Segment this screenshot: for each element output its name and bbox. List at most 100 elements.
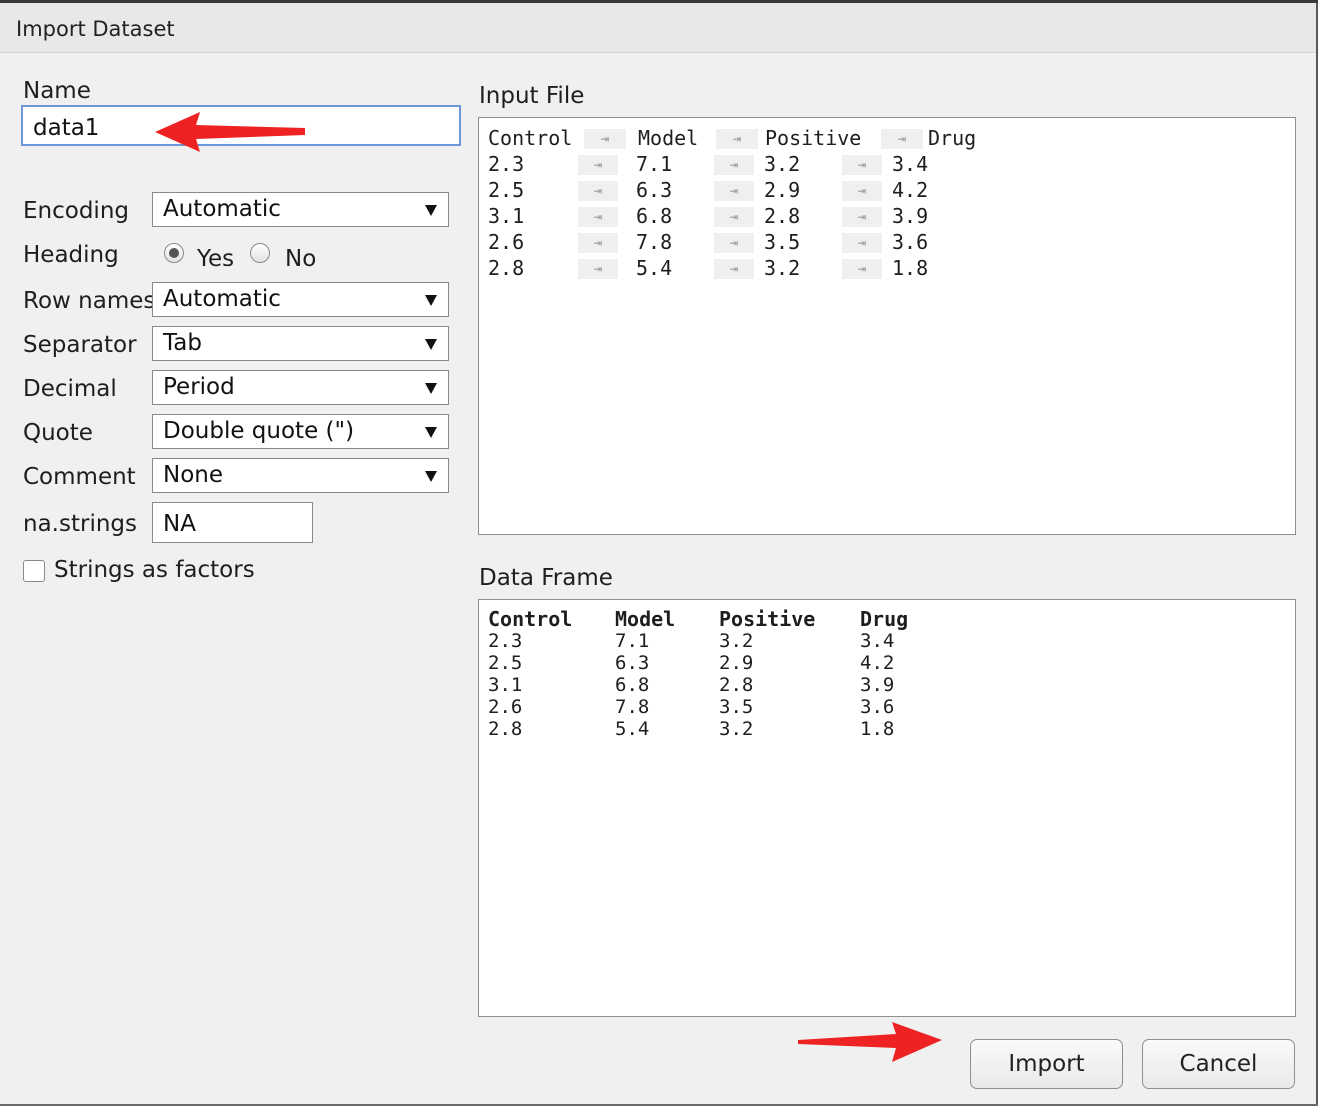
comment-label: Comment [23, 464, 136, 490]
tab-marker-icon: ⇥ [714, 181, 754, 201]
input-file-cell: 3.2 [764, 256, 801, 280]
decimal-select[interactable]: Period [152, 370, 449, 405]
input-file-row: 2.8 ⇥ 5.4 ⇥ 3.2 ⇥ 1.8 [488, 256, 1288, 282]
tab-marker-icon: ⇥ [842, 181, 882, 201]
input-file-cell: 2.8 [488, 256, 525, 280]
data-frame-cell: 2.5 [488, 652, 523, 674]
decimal-value: Period [163, 374, 235, 400]
input-file-panel[interactable]: Control ⇥ Model ⇥ Positive ⇥ Drug 2.3 ⇥ 7.1 ⇥ 3.2 ⇥ 3… [478, 117, 1296, 535]
data-frame-title: Data Frame [479, 565, 613, 591]
tab-marker-icon: ⇥ [842, 233, 882, 253]
quote-value: Double quote (") [163, 418, 355, 444]
data-frame-cell: 4.2 [860, 652, 895, 674]
quote-select[interactable]: Double quote (") [152, 414, 449, 449]
tab-marker-icon: ⇥ [714, 259, 754, 279]
input-file-cell: 3.5 [764, 230, 801, 254]
heading-yes-label: Yes [197, 246, 235, 272]
name-label: Name [23, 78, 91, 104]
input-file-cell: 2.5 [488, 178, 525, 202]
data-frame-cell: 6.8 [615, 674, 650, 696]
separator-select[interactable]: Tab [152, 326, 449, 361]
data-frame-column: Model 7.1 6.3 6.8 7.8 5.4 [615, 608, 675, 740]
input-file-cell: 1.8 [892, 256, 929, 280]
data-frame-cell: 1.8 [860, 718, 895, 740]
tab-marker-icon: ⇥ [578, 233, 618, 253]
input-file-row: 2.5 ⇥ 6.3 ⇥ 2.9 ⇥ 4.2 [488, 178, 1288, 204]
window-title: Import Dataset [16, 17, 175, 41]
input-file-row: 3.1 ⇥ 6.8 ⇥ 2.8 ⇥ 3.9 [488, 204, 1288, 230]
strings-as-factors-label: Strings as factors [54, 557, 255, 583]
input-file-cell: Control [488, 126, 573, 150]
row-names-label: Row names [23, 288, 156, 314]
data-frame-column-header: Control [488, 607, 573, 631]
data-frame-column-header: Drug [860, 607, 909, 631]
input-file-title: Input File [479, 83, 585, 109]
comment-value: None [163, 462, 224, 488]
data-frame-cell: 2.3 [488, 630, 523, 652]
tab-marker-icon: ⇥ [714, 207, 754, 227]
dropdown-arrow-icon [425, 383, 437, 394]
tab-marker-icon: ⇥ [842, 207, 882, 227]
input-file-cell: Drug [928, 126, 977, 150]
row-names-select[interactable]: Automatic [152, 282, 449, 317]
tab-marker-icon: ⇥ [842, 259, 882, 279]
encoding-select[interactable]: Automatic [152, 192, 449, 227]
quote-label: Quote [23, 420, 93, 446]
input-file-row: 2.3 ⇥ 7.1 ⇥ 3.2 ⇥ 3.4 [488, 152, 1288, 178]
dropdown-arrow-icon [425, 295, 437, 306]
data-frame-cell: 3.2 [719, 718, 754, 740]
data-frame-column-header: Positive [719, 607, 816, 631]
input-file-row: 2.6 ⇥ 7.8 ⇥ 3.5 ⇥ 3.6 [488, 230, 1288, 256]
input-file-cell: 7.1 [636, 152, 673, 176]
title-bar[interactable]: Import Dataset [0, 3, 1318, 53]
tab-marker-icon: ⇥ [881, 129, 923, 149]
data-frame-column: Drug 3.4 4.2 3.9 3.6 1.8 [860, 608, 908, 740]
import-button[interactable]: Import [970, 1039, 1123, 1089]
data-frame-cell: 2.8 [719, 674, 754, 696]
input-file-cell: 3.4 [892, 152, 929, 176]
input-file-cell: 6.3 [636, 178, 673, 202]
tab-marker-icon: ⇥ [578, 155, 618, 175]
heading-no-radio[interactable] [250, 243, 270, 263]
data-frame-column: Positive 3.2 2.9 2.8 3.5 3.2 [719, 608, 815, 740]
tab-marker-icon: ⇥ [584, 129, 626, 149]
input-file-header-row: Control ⇥ Model ⇥ Positive ⇥ Drug [488, 126, 1288, 152]
data-frame-cell: 2.9 [719, 652, 754, 674]
data-frame-cell: 2.8 [488, 718, 523, 740]
input-file-cell: Positive [765, 126, 862, 150]
tab-marker-icon: ⇥ [578, 207, 618, 227]
input-file-cell: 3.6 [892, 230, 929, 254]
cancel-button[interactable]: Cancel [1142, 1039, 1295, 1089]
dropdown-arrow-icon [425, 339, 437, 350]
separator-label: Separator [23, 332, 137, 358]
encoding-value: Automatic [163, 196, 281, 222]
heading-yes-radio[interactable] [164, 243, 184, 263]
input-file-cell: 2.8 [764, 204, 801, 228]
data-frame-panel[interactable]: Control 2.3 2.5 3.1 2.6 2.8 Model 7.1 6.3 6.8 7.8 5… [478, 599, 1296, 1017]
data-frame-cell: 5.4 [615, 718, 650, 740]
data-frame-cell: 3.9 [860, 674, 895, 696]
tab-marker-icon: ⇥ [578, 181, 618, 201]
row-names-value: Automatic [163, 286, 281, 312]
red-arrow-pointing-name-icon [155, 112, 305, 152]
strings-as-factors-checkbox[interactable] [23, 560, 45, 582]
tab-marker-icon: ⇥ [716, 129, 758, 149]
comment-select[interactable]: None [152, 458, 449, 493]
heading-label: Heading [23, 242, 119, 268]
tab-marker-icon: ⇥ [578, 259, 618, 279]
input-file-cell: 2.9 [764, 178, 801, 202]
data-frame-cell: 7.8 [615, 696, 650, 718]
data-frame-cell: 3.6 [860, 696, 895, 718]
data-frame-cell: 2.6 [488, 696, 523, 718]
data-frame-cell: 6.3 [615, 652, 650, 674]
red-arrow-pointing-import-icon [798, 1022, 942, 1062]
input-file-cell: 6.8 [636, 204, 673, 228]
na-strings-input[interactable]: NA [152, 502, 313, 543]
input-file-cell: 2.3 [488, 152, 525, 176]
na-strings-value: NA [163, 511, 196, 537]
decimal-label: Decimal [23, 376, 117, 402]
input-file-cell: 5.4 [636, 256, 673, 280]
separator-value: Tab [163, 330, 202, 356]
input-file-cell: 3.9 [892, 204, 929, 228]
data-frame-cell: 7.1 [615, 630, 650, 652]
